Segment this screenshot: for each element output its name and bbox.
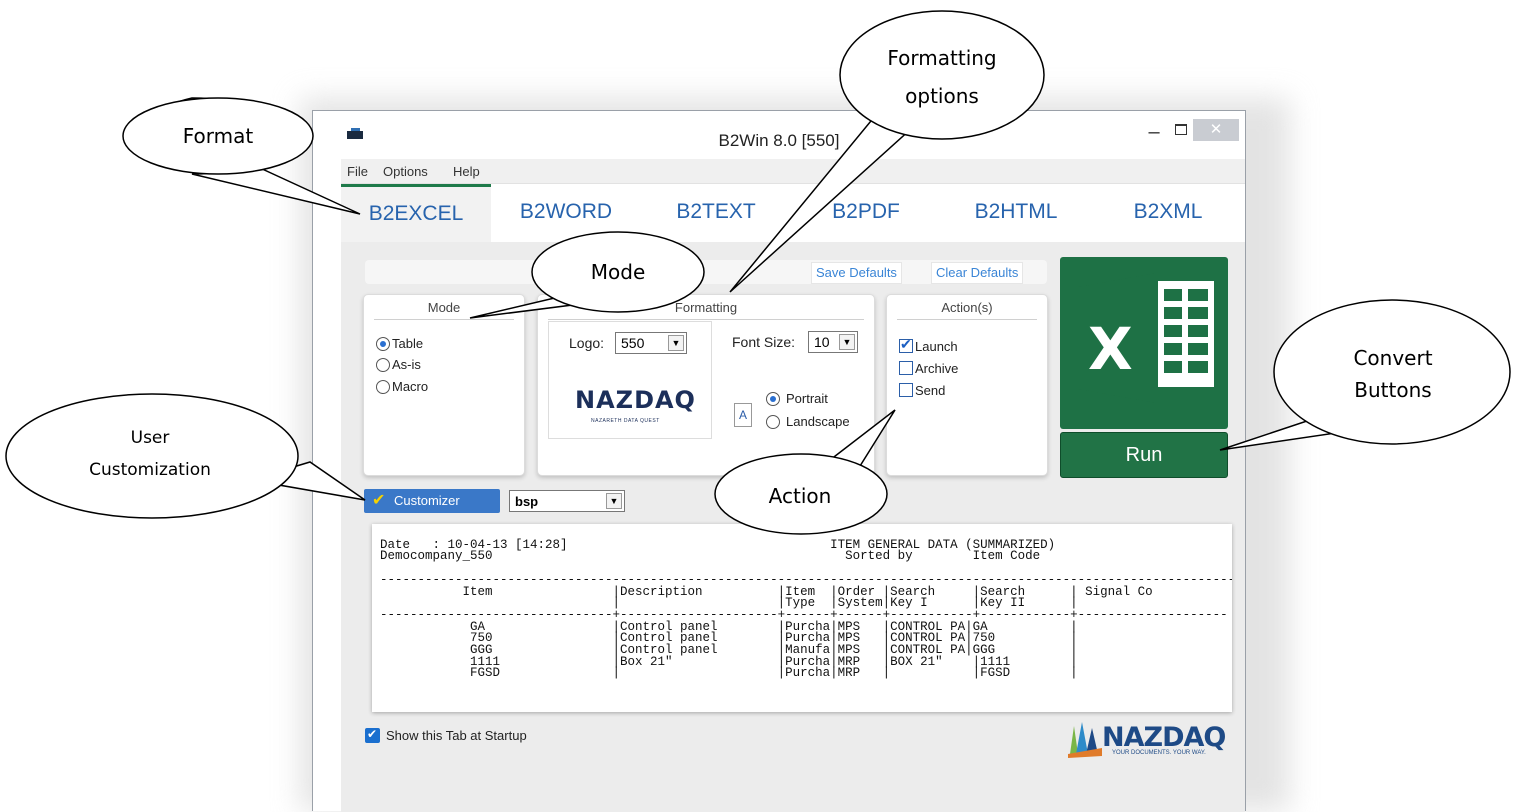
formatting-callout-ellipse [839, 10, 1045, 140]
callouts-overlay [5, 10, 1511, 535]
convert-callout-text-1: Convert [1353, 346, 1433, 370]
formatting-callout-text-1: Formatting [887, 46, 997, 70]
user-callout-text-2: Customization [89, 460, 211, 480]
action-callout-text: Action [768, 484, 832, 508]
user-callout-ellipse [5, 393, 299, 519]
convert-callout-ellipse [1273, 299, 1511, 445]
mode-callout-text: Mode [590, 260, 646, 284]
formatting-callout-text-2: options [905, 84, 979, 108]
format-callout-text: Format [182, 124, 254, 148]
user-callout-text-1: User [130, 428, 170, 448]
convert-callout-text-2: Buttons [1354, 378, 1432, 402]
formatting-callout-tail [729, 109, 914, 293]
